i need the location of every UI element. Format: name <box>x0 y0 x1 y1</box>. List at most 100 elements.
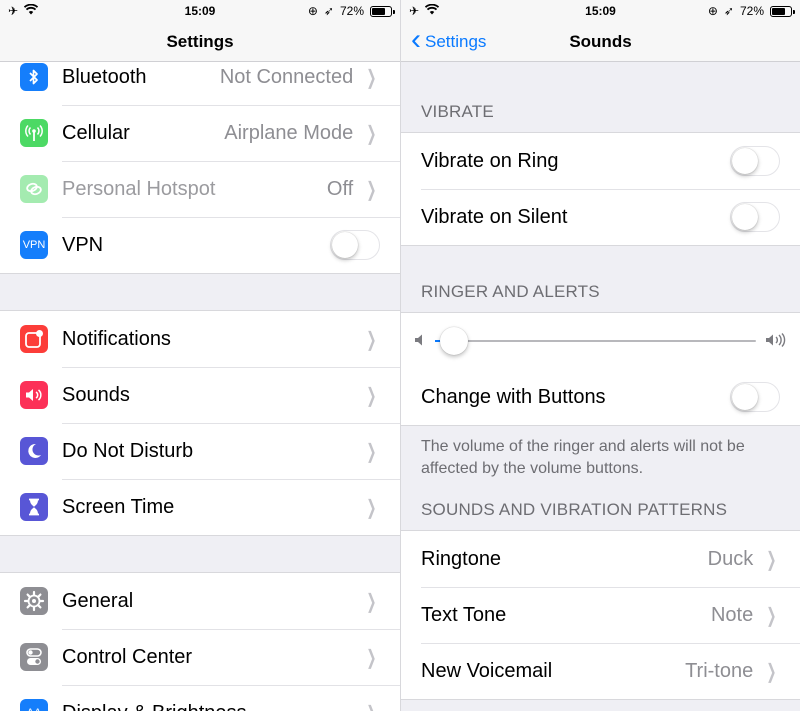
settings-row-vpn[interactable]: VPN VPN <box>0 217 400 273</box>
text-size-icon: AA <box>20 699 48 711</box>
settings-row-do-not-disturb[interactable]: Do Not Disturb ❯ <box>0 423 400 479</box>
settings-row-label: Notifications <box>62 327 171 350</box>
chevron-right-icon: ❯ <box>366 66 377 89</box>
sounds-list[interactable]: VIBRATE Vibrate on Ring Vibrate on Silen… <box>401 62 800 711</box>
chevron-right-icon: ❯ <box>366 122 377 145</box>
airplane-icon: ✈ <box>409 4 420 18</box>
bluetooth-icon <box>20 63 48 91</box>
ringer-volume-row <box>401 313 800 369</box>
vibrate-on-ring-label: Vibrate on Ring <box>421 149 559 172</box>
orientation-lock-icon: ⊕ <box>707 4 718 18</box>
vibrate-on-silent-toggle[interactable] <box>730 202 780 232</box>
settings-row-control-center[interactable]: Control Center ❯ <box>0 629 400 685</box>
battery-icon <box>370 5 395 17</box>
text-tone-row[interactable]: Text Tone Note ❯ <box>401 587 800 643</box>
wifi-icon <box>424 3 440 18</box>
change-with-buttons-row: Change with Buttons <box>401 369 800 425</box>
ringer-footer-note: The volume of the ringer and alerts will… <box>421 438 745 477</box>
nav-bar: ‹ Settings Sounds <box>401 22 800 62</box>
chevron-right-icon: ❯ <box>766 660 777 683</box>
new-voicemail-label: New Voicemail <box>421 659 553 682</box>
toggle-knob <box>731 203 758 230</box>
change-with-buttons-toggle[interactable] <box>730 382 780 412</box>
settings-row-sounds[interactable]: Sounds ❯ <box>0 367 400 423</box>
new-voicemail-value: Tri-tone <box>685 659 754 682</box>
chevron-right-icon: ❯ <box>766 604 777 627</box>
chevron-right-icon: ❯ <box>367 701 377 711</box>
chevron-right-icon: ❯ <box>366 178 377 201</box>
toggle-knob <box>331 231 358 258</box>
icon-text: AA <box>27 707 42 711</box>
hourglass-icon <box>20 493 48 521</box>
settings-row-personal-hotspot[interactable]: Personal Hotspot Off ❯ <box>0 161 400 217</box>
settings-row-label: Display & Brightness <box>62 702 363 711</box>
chevron-right-icon: ❯ <box>366 440 377 463</box>
settings-row-label: Control Center <box>62 645 193 668</box>
link-icon <box>20 175 48 203</box>
chevron-right-icon: ❯ <box>366 590 377 613</box>
toggle-knob <box>731 383 758 410</box>
location-icon: ➶ <box>723 4 734 18</box>
settings-row-label: Bluetooth <box>62 65 147 88</box>
text-tone-value: Note <box>710 603 754 626</box>
switches-icon <box>20 643 48 671</box>
vibrate-on-ring-row: Vibrate on Ring <box>401 133 800 189</box>
settings-row-cellular[interactable]: Cellular Airplane Mode ❯ <box>0 105 400 161</box>
notification-badge-icon <box>20 325 48 353</box>
settings-group-general: General ❯ Control Center ❯ AA Display & Brigh… <box>0 572 400 711</box>
settings-group-alerts: Notifications ❯ Sounds ❯ Do Not Disturb ❯ Scre… <box>0 310 400 536</box>
page-title: Settings <box>166 31 234 51</box>
settings-row-screen-time[interactable]: Screen Time ❯ <box>0 479 400 535</box>
moon-icon <box>20 437 48 465</box>
battery-icon <box>770 5 795 17</box>
settings-row-value: Off <box>326 177 354 200</box>
vibrate-on-ring-toggle[interactable] <box>730 146 780 176</box>
battery-percent: 72% <box>739 4 764 18</box>
settings-list[interactable]: Bluetooth Not Connected ❯ Cellular Airplane … <box>0 62 400 711</box>
clock: 15:09 <box>585 4 616 18</box>
toggle-knob <box>731 147 758 174</box>
location-icon: ➶ <box>323 4 334 18</box>
settings-row-general[interactable]: General ❯ <box>0 573 400 629</box>
chevron-right-icon: ❯ <box>366 496 377 519</box>
settings-row-display-brightness[interactable]: AA Display & Brightness ❯ <box>0 685 400 711</box>
vibrate-on-silent-label: Vibrate on Silent <box>421 205 568 228</box>
new-voicemail-row[interactable]: New Voicemail Tri-tone ❯ <box>401 643 800 699</box>
settings-row-bluetooth[interactable]: Bluetooth Not Connected ❯ <box>0 62 400 105</box>
section-header-ringer: RINGER AND ALERTS <box>421 282 600 301</box>
back-button[interactable]: ‹ Settings <box>411 22 486 62</box>
settings-row-label: Sounds <box>62 383 130 406</box>
chevron-right-icon: ❯ <box>366 384 377 407</box>
settings-row-label: Personal Hotspot <box>62 177 216 200</box>
vpn-toggle[interactable] <box>330 230 380 260</box>
speaker-icon <box>20 381 48 409</box>
ringtone-value: Duck <box>707 547 754 570</box>
settings-row-notifications[interactable]: Notifications ❯ <box>0 311 400 367</box>
battery-percent: 72% <box>339 4 364 18</box>
ringtone-row[interactable]: Ringtone Duck ❯ <box>401 531 800 587</box>
settings-screen: ✈ 15:09 ⊕ ➶ 72% Settings Bluetooth Not Co… <box>0 0 400 711</box>
text-tone-label: Text Tone <box>421 603 507 626</box>
patterns-group: Ringtone Duck ❯ Text Tone Note ❯ New Voi… <box>401 530 800 700</box>
vibrate-group: Vibrate on Ring Vibrate on Silent <box>401 132 800 246</box>
sounds-screen: ✈ 15:09 ⊕ ➶ 72% ‹ Settings Sounds VIBRAT… <box>400 0 800 711</box>
wifi-icon <box>23 3 39 18</box>
chevron-right-icon: ❯ <box>366 646 377 669</box>
settings-row-label: Do Not Disturb <box>62 439 194 462</box>
airplane-icon: ✈ <box>8 4 19 18</box>
ringer-volume-slider[interactable] <box>435 327 756 355</box>
section-header-vibrate: VIBRATE <box>421 102 494 121</box>
slider-thumb[interactable] <box>440 327 469 355</box>
vpn-icon: VPN <box>20 231 48 259</box>
icon-text: VPN <box>22 239 46 251</box>
speaker-high-icon <box>766 332 788 350</box>
status-bar: ✈ 15:09 ⊕ ➶ 72% <box>0 0 400 22</box>
settings-row-label: Cellular <box>62 121 130 144</box>
chevron-left-icon: ‹ <box>411 23 421 56</box>
settings-group-connectivity: Bluetooth Not Connected ❯ Cellular Airplane … <box>0 62 400 274</box>
speaker-low-icon <box>415 333 425 349</box>
antenna-icon <box>20 119 48 147</box>
ringer-group: Change with Buttons <box>401 312 800 426</box>
settings-row-value: Not Connected <box>219 65 354 88</box>
